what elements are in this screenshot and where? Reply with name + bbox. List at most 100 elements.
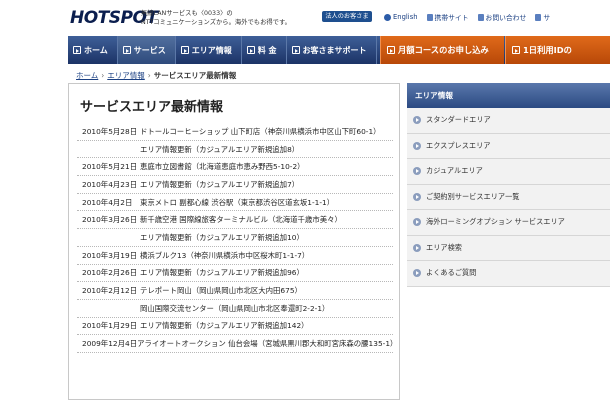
list-item: 2010年5月21日 恵庭市立図書館（北海道恵庭市恵み野西5-10-2） (77, 158, 393, 177)
nav-area-info[interactable]: エリア情報 (176, 36, 242, 64)
sidebar-item-label: よくあるご質問 (426, 268, 477, 278)
update-text: エリア情報更新（カジュアルエリア新規追加96） (140, 268, 304, 278)
mobile-icon (426, 13, 433, 21)
nav-pricing[interactable]: 料 金 (242, 36, 287, 64)
sidebar-item-label: エリア検索 (426, 242, 462, 252)
breadcrumb-area-info[interactable]: エリア情報 (107, 70, 145, 81)
update-text: アライオートオークション 仙台会場（宮城県黒川郡大和町宮床森の腰135-1） (137, 339, 398, 349)
update-text: 東京メトロ 副都心線 渋谷駅（東京都渋谷区道玄坂1-1-1） (140, 197, 335, 207)
contact-link-label: お問い合わせ (485, 14, 527, 22)
monthly-course-apply-button[interactable]: 月額コースのお申し込み (380, 36, 504, 64)
list-item: 2010年4月2日 東京メトロ 副都心線 渋谷駅（東京都渋谷区道玄坂1-1-1） (77, 194, 393, 212)
arrow-right-icon (413, 192, 421, 201)
list-item: 2010年3月26日 新千歳空港 国際線旅客ターミナルビル（北海道千歳市美々） (77, 211, 393, 230)
list-item: 2010年3月19日 横浜ブルク13（神奈川県横浜市中区桜木町1-1-7） (77, 247, 393, 265)
nav-home-label: ホーム (84, 45, 108, 55)
update-text: テレポート岡山（岡山県岡山市北区大内田675） (140, 286, 302, 296)
nav-support[interactable]: お客さまサポート (287, 36, 377, 64)
nav-pricing-label: 料 金 (257, 45, 277, 55)
sidebar-item-contract-area-list[interactable]: ご契約別サービスエリア一覧 (407, 184, 610, 210)
header-tagline: 無線LANサービスも〈0033〉の NTTコミュニケーションズから。海外でもお得… (141, 9, 311, 27)
nav-home[interactable]: ホーム (68, 36, 118, 64)
nav-service-label: サービス (133, 45, 166, 55)
sidebar-heading: エリア情報 (407, 83, 610, 108)
sidebar-item-overseas-roaming[interactable]: 海外ローミングオプション サービスエリア (407, 210, 610, 236)
update-text: エリア情報更新（カジュアルエリア新規追加142） (140, 321, 309, 331)
english-link-label: English (393, 13, 418, 21)
english-link[interactable]: English (384, 12, 418, 22)
tagline-line-2: NTTコミュニケーションズから。海外でもお得です。 (141, 19, 291, 26)
globe-icon (384, 13, 391, 21)
sidebar-item-label: 海外ローミングオプション サービスエリア (426, 217, 565, 227)
update-date: 2010年5月21日 (82, 162, 138, 172)
corporate-customers-button[interactable]: 法人のお客さま (322, 11, 372, 22)
sitemap-icon (535, 13, 542, 21)
mail-icon (477, 13, 484, 21)
sidebar-item-casual-area[interactable]: カジュアルエリア (407, 159, 610, 185)
sidebar-item-area-search[interactable]: エリア検索 (407, 235, 610, 261)
sitemap-link-label: サ (543, 14, 551, 22)
list-item: 2010年2月26日 エリア情報更新（カジュアルエリア新規追加96） (77, 265, 393, 283)
page-title: サービスエリア最新情報 (80, 100, 224, 115)
list-item: 岡山国際交流センター（岡山県岡山市北区奉還町2-2-1） (77, 300, 393, 318)
nav-area-info-label: エリア情報 (191, 45, 232, 55)
arrow-right-icon (291, 46, 300, 54)
list-item: エリア情報更新（カジュアルエリア新規追加10） (77, 229, 393, 247)
list-item: 2009年12月4日 アライオートオークション 仙台会場（宮城県黒川郡大和町宮床森… (77, 335, 397, 353)
global-nav: ホーム サービス エリア情報 料 金 お客さまサポート 月額コースのお申し込み … (68, 36, 610, 64)
update-date: 2010年4月2日 (82, 197, 133, 207)
sidebar-item-label: エクスプレスエリア (426, 140, 491, 150)
arrow-right-icon (122, 46, 131, 54)
sidebar-item-express-area[interactable]: エクスプレスエリア (407, 133, 610, 159)
update-date: 2010年3月26日 (82, 215, 138, 225)
breadcrumb-current: サービスエリア最新情報 (153, 71, 237, 80)
update-text: 恵庭市立図書館（北海道恵庭市恵み野西5-10-2） (140, 162, 305, 172)
tagline-line-1: 無線LANサービスも〈0033〉の (141, 10, 233, 17)
nav-support-label: お客さまサポート (302, 45, 367, 55)
sitemap-link[interactable]: サ (535, 12, 550, 22)
area-update-list: 2010年5月28日 ドトールコーヒーショップ 山下町店（神奈川県横浜市中区山下町… (77, 123, 397, 353)
sidebar-item-label: ご契約別サービスエリア一覧 (426, 191, 520, 201)
arrow-right-icon (413, 116, 421, 125)
daily-id-button[interactable]: 1日利用IDの (505, 36, 610, 64)
sidebar-item-standard-area[interactable]: スタンダードエリア (407, 108, 610, 134)
update-date: 2010年2月12日 (82, 286, 138, 296)
arrow-right-icon (512, 46, 520, 54)
update-date: 2010年1月29日 (82, 321, 138, 331)
sidebar: エリア情報 スタンダードエリア エクスプレスエリア カジュアルエリア ご契約別サ… (407, 83, 610, 287)
site-header: HOTSPOT 無線LANサービスも〈0033〉の NTTコミュニケーションズか… (0, 0, 610, 36)
update-date: 2010年5月28日 (82, 126, 138, 136)
arrow-right-icon (413, 167, 421, 176)
breadcrumb-home[interactable]: ホーム (76, 70, 98, 81)
sidebar-item-faq[interactable]: よくあるご質問 (407, 261, 610, 287)
update-text: 新千歳空港 国際線旅客ターミナルビル（北海道千歳市美々） (140, 215, 342, 225)
arrow-right-icon (413, 243, 421, 252)
update-date: 2010年3月19日 (82, 250, 138, 260)
daily-id-label: 1日利用IDの (523, 45, 572, 55)
nav-service[interactable]: サービス (117, 36, 176, 64)
update-text: 岡山国際交流センター（岡山県岡山市北区奉還町2-2-1） (140, 303, 330, 313)
monthly-course-apply-label: 月額コースのお申し込み (398, 45, 489, 55)
update-date: 2010年2月26日 (82, 268, 138, 278)
mobile-site-link-label: 携帯サイト (434, 14, 469, 22)
update-text: 横浜ブルク13（神奈川県横浜市中区桜木町1-1-7） (140, 250, 310, 260)
arrow-right-icon (413, 218, 421, 227)
breadcrumb: ホーム › エリア情報 › サービスエリア最新情報 (76, 70, 236, 81)
arrow-right-icon (180, 46, 189, 54)
mobile-site-link[interactable]: 携帯サイト (426, 12, 469, 22)
list-item: 2010年5月28日 ドトールコーヒーショップ 山下町店（神奈川県横浜市中区山下町… (77, 123, 393, 141)
main-content: サービスエリア最新情報 2010年5月28日 ドトールコーヒーショップ 山下町店（… (68, 83, 400, 400)
arrow-right-icon (246, 46, 255, 54)
breadcrumb-separator: › (101, 71, 105, 80)
arrow-right-icon (413, 141, 421, 150)
list-item: 2010年2月12日 テレポート岡山（岡山県岡山市北区大内田675） (77, 282, 393, 300)
update-date: 2009年12月4日 (82, 339, 138, 349)
update-text: エリア情報更新（カジュアルエリア新規追加10） (140, 232, 304, 242)
contact-link[interactable]: お問い合わせ (477, 12, 527, 22)
arrow-right-icon (73, 46, 81, 54)
update-text: エリア情報更新（カジュアルエリア新規追加7） (140, 179, 300, 189)
update-date: 2010年4月23日 (82, 179, 138, 189)
sidebar-item-label: スタンダードエリア (426, 115, 491, 125)
sidebar-item-label: カジュアルエリア (426, 166, 483, 176)
update-text: エリア情報更新（カジュアルエリア新規追加8） (140, 144, 300, 154)
